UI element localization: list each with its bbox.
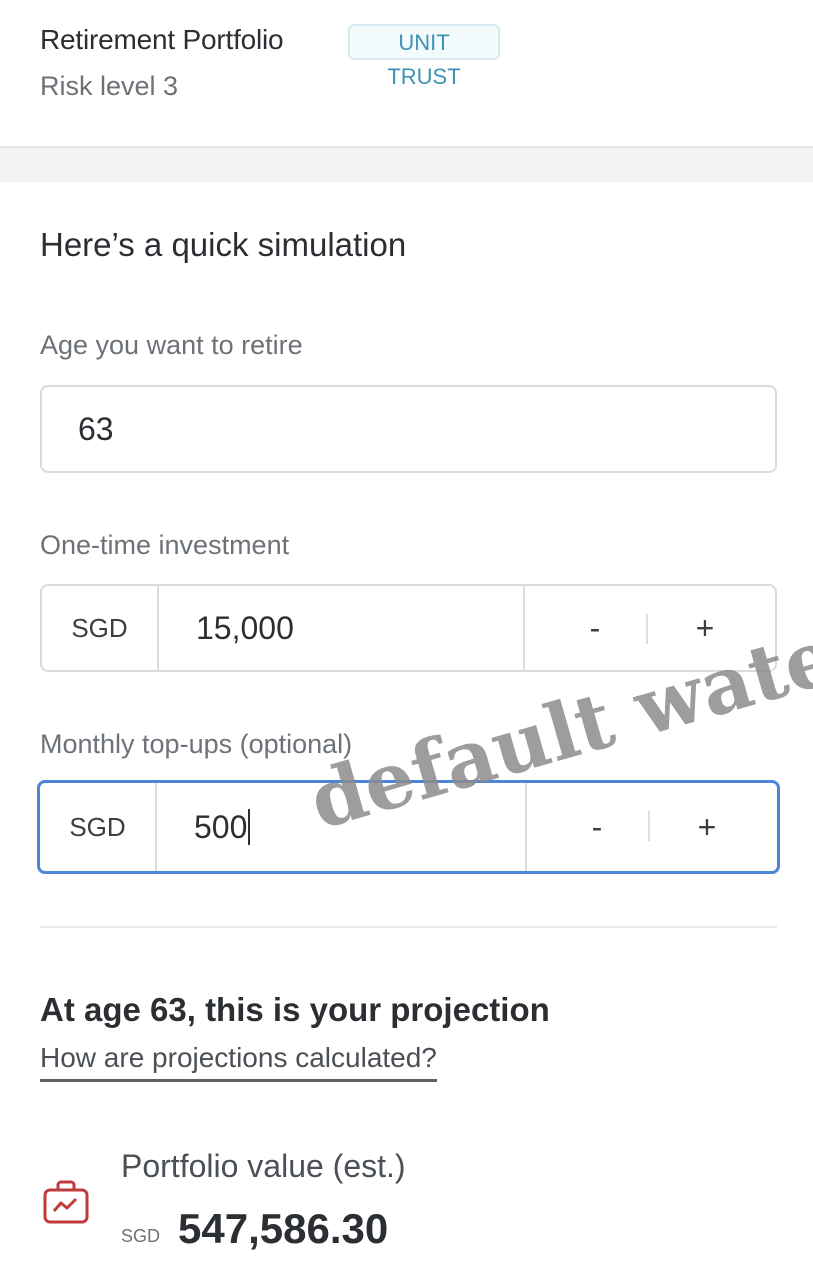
one-time-investment-stepper: - + bbox=[523, 586, 775, 670]
projection-title: At age 63, this is your projection bbox=[40, 991, 550, 1028]
retire-age-input[interactable]: 63 bbox=[40, 385, 777, 473]
portfolio-briefcase-icon bbox=[43, 1180, 89, 1224]
unit-trust-badge: UNIT TRUST bbox=[348, 24, 500, 89]
product-title: Retirement Portfolio bbox=[40, 24, 284, 55]
text-caret bbox=[248, 809, 251, 845]
product-header: Retirement Portfolio UNIT TRUST Risk lev… bbox=[0, 0, 813, 146]
portfolio-value-label: Portfolio value (est.) bbox=[121, 1148, 406, 1184]
simulation-title: Here’s a quick simulation bbox=[40, 226, 407, 263]
monthly-topups-input[interactable]: 500 bbox=[194, 783, 251, 871]
portfolio-value-amount: 547,586.30 bbox=[178, 1205, 389, 1252]
decrement-button[interactable]: - bbox=[537, 783, 657, 871]
increment-button[interactable]: + bbox=[645, 586, 765, 670]
retire-age-value: 63 bbox=[78, 411, 114, 447]
monthly-topups-field: SGD 500 - + bbox=[37, 780, 780, 874]
monthly-topups-label: Monthly top-ups (optional) bbox=[40, 729, 353, 759]
portfolio-value-currency: SGD bbox=[121, 1226, 161, 1246]
page: Retirement Portfolio UNIT TRUST Risk lev… bbox=[0, 0, 813, 1282]
projection-info-link[interactable]: How are projections calculated? bbox=[40, 1042, 437, 1082]
risk-level-text: Risk level 3 bbox=[40, 71, 179, 101]
section-rule bbox=[40, 926, 777, 928]
one-time-investment-label: One-time investment bbox=[40, 530, 290, 560]
one-time-investment-field: SGD 15,000 - + bbox=[40, 584, 777, 672]
currency-prefix: SGD bbox=[40, 783, 157, 871]
section-divider bbox=[0, 146, 813, 182]
currency-prefix: SGD bbox=[42, 586, 159, 670]
decrement-button[interactable]: - bbox=[535, 586, 655, 670]
monthly-topups-value: 500 bbox=[194, 808, 248, 845]
one-time-investment-input[interactable]: 15,000 bbox=[196, 586, 294, 670]
increment-button[interactable]: + bbox=[647, 783, 767, 871]
retire-age-label: Age you want to retire bbox=[40, 330, 303, 360]
monthly-topups-stepper: - + bbox=[525, 783, 777, 871]
